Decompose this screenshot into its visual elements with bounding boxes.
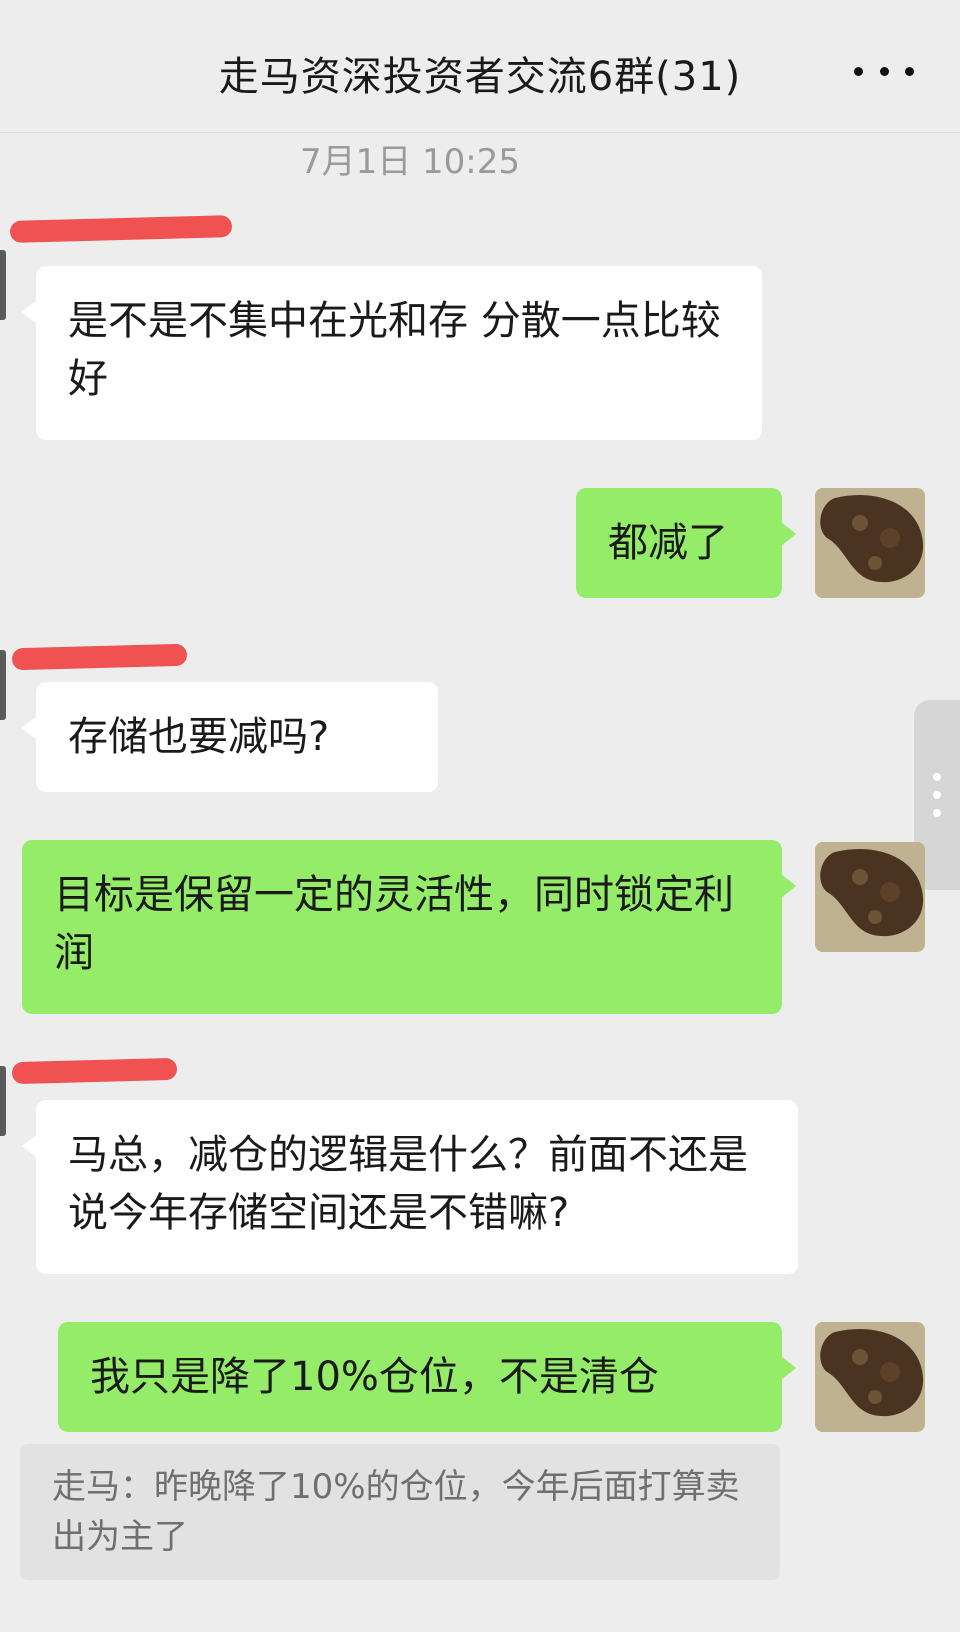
more-dot (879, 66, 889, 76)
group-title: 走马资深投资者交流6群(31) (218, 54, 742, 100)
message-timestamp: 7月1日 10:25 (299, 142, 521, 182)
quoted-message[interactable]: 走马：昨晚降了10%的仓位，今年后面打算卖出为主了 (20, 1444, 780, 1580)
avatar-image (815, 842, 925, 952)
redacted-sender-name (11, 1057, 178, 1085)
message-bubble-outgoing[interactable]: 目标是保留一定的灵活性，同时锁定利润 (22, 840, 796, 1014)
chat-header: 走马资深投资者交流6群(31) (0, 0, 960, 133)
chat-screen: 走马资深投资者交流6群(31) 7月1日 10:25 是不是不集中在光和存 分散… (0, 0, 960, 1632)
more-dot (905, 66, 914, 76)
message-bubble-incoming[interactable]: 是不是不集中在光和存 分散一点比较好 (22, 266, 762, 440)
handle-dot (933, 791, 941, 799)
more-icon[interactable] (854, 48, 914, 94)
avatar-edge (0, 250, 6, 320)
redacted-sender-name (9, 215, 233, 243)
user-avatar[interactable] (815, 842, 925, 952)
avatar-image (815, 488, 925, 598)
more-dot (854, 66, 863, 76)
avatar-edge (0, 650, 6, 720)
message-bubble-outgoing[interactable]: 都减了 (576, 488, 796, 598)
avatar-image (815, 1322, 925, 1432)
user-avatar[interactable] (815, 1322, 925, 1432)
message-bubble-incoming[interactable]: 马总，减仓的逻辑是什么？前面不还是说今年存储空间还是不错嘛? (22, 1100, 798, 1274)
handle-dot (933, 809, 941, 817)
user-avatar[interactable] (815, 488, 925, 598)
message-bubble-outgoing[interactable]: 我只是降了10%仓位，不是清仓 (58, 1322, 796, 1432)
redacted-sender-name (11, 643, 188, 671)
handle-dot (933, 773, 941, 781)
message-bubble-incoming[interactable]: 存储也要减吗? (22, 682, 438, 792)
avatar-edge (0, 1066, 6, 1136)
